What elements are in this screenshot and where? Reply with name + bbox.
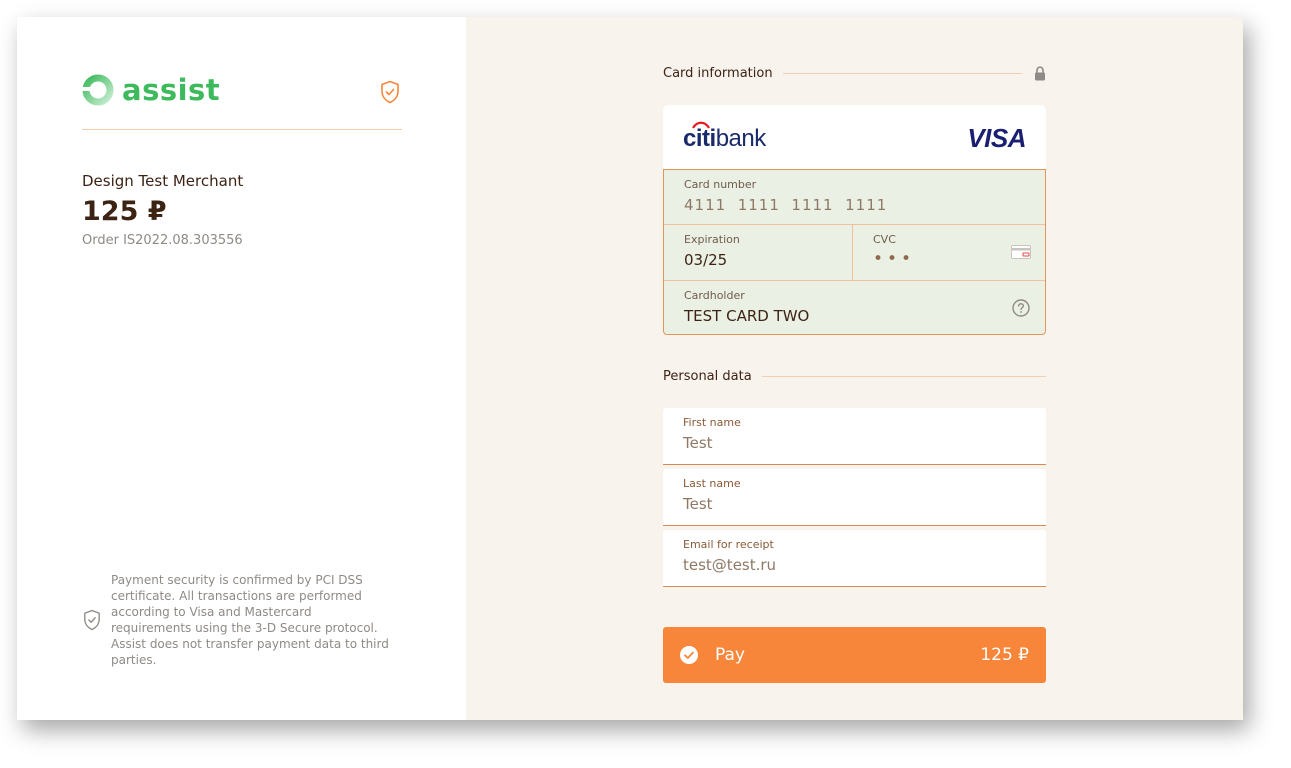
bank-logo: citibank <box>683 125 766 153</box>
payment-form-panel: Card information citibank VISA Card numb… <box>466 17 1243 720</box>
card-fields: Card number 4111 1111 1111 1111 Expirati… <box>663 169 1046 335</box>
security-note: Payment security is confirmed by PCI DSS… <box>83 572 393 668</box>
pay-amount: 125 ₽ <box>980 645 1029 665</box>
check-circle-icon <box>680 646 698 664</box>
lock-icon <box>1035 66 1045 81</box>
card-header: citibank VISA <box>663 105 1046 169</box>
last-name-label: Last name <box>683 477 741 490</box>
card-section-header: Card information <box>663 66 1046 81</box>
bank-logo-suffix: bank <box>715 125 767 152</box>
visa-logo: VISA <box>967 123 1026 153</box>
assist-logo: assist <box>82 73 220 107</box>
email-field[interactable]: Email for receipt test@test.ru <box>663 530 1046 587</box>
merchant-panel: assist Design Test Merchant 125 ₽ Order … <box>17 17 466 720</box>
email-input[interactable]: test@test.ru <box>683 556 776 574</box>
email-label: Email for receipt <box>683 538 774 551</box>
first-name-input[interactable]: Test <box>683 434 713 452</box>
first-name-label: First name <box>683 416 741 429</box>
shield-check-icon <box>381 80 399 104</box>
card-section-title: Card information <box>663 66 773 81</box>
cvc-field[interactable]: CVC ••• <box>853 225 1045 280</box>
brand-name: assist <box>122 73 221 107</box>
section-divider <box>761 376 1046 377</box>
section-divider <box>782 73 1022 74</box>
merchant-name: Design Test Merchant <box>82 172 244 190</box>
bank-logo-prefix: citi <box>683 125 716 152</box>
divider <box>82 129 402 130</box>
personal-section-header: Personal data <box>663 369 1046 384</box>
pay-label: Pay <box>715 645 745 665</box>
expiration-field[interactable]: Expiration 03/25 <box>664 225 853 280</box>
cvc-input[interactable]: ••• <box>873 249 915 269</box>
first-name-field[interactable]: First name Test <box>663 408 1046 465</box>
cvc-label: CVC <box>873 233 896 246</box>
last-name-field[interactable]: Last name Test <box>663 469 1046 526</box>
cardholder-label: Cardholder <box>684 289 745 302</box>
expiration-input[interactable]: 03/25 <box>684 251 727 269</box>
security-text: Payment security is confirmed by PCI DSS… <box>111 573 389 667</box>
card-number-field[interactable]: Card number 4111 1111 1111 1111 <box>664 170 1045 225</box>
cardholder-field[interactable]: Cardholder TEST CARD TWO <box>664 281 1045 334</box>
personal-section-title: Personal data <box>663 369 752 384</box>
card-form: citibank VISA Card number 4111 1111 1111… <box>663 105 1046 335</box>
order-amount: 125 ₽ <box>82 196 167 227</box>
card-back-icon <box>1011 245 1031 259</box>
card-details-row: Expiration 03/25 CVC ••• <box>664 225 1045 281</box>
help-icon[interactable] <box>1012 299 1030 317</box>
cardholder-input[interactable]: TEST CARD TWO <box>684 307 809 325</box>
last-name-input[interactable]: Test <box>683 495 713 513</box>
card-number-input[interactable]: 4111 1111 1111 1111 <box>684 196 887 214</box>
card-number-label: Card number <box>684 178 757 191</box>
order-number: Order IS2022.08.303556 <box>82 233 243 248</box>
shield-check-icon <box>84 609 100 631</box>
pay-button[interactable]: Pay 125 ₽ <box>663 627 1046 683</box>
payment-window: assist Design Test Merchant 125 ₽ Order … <box>17 17 1243 720</box>
assist-ring-icon <box>82 74 114 106</box>
expiration-label: Expiration <box>684 233 740 246</box>
